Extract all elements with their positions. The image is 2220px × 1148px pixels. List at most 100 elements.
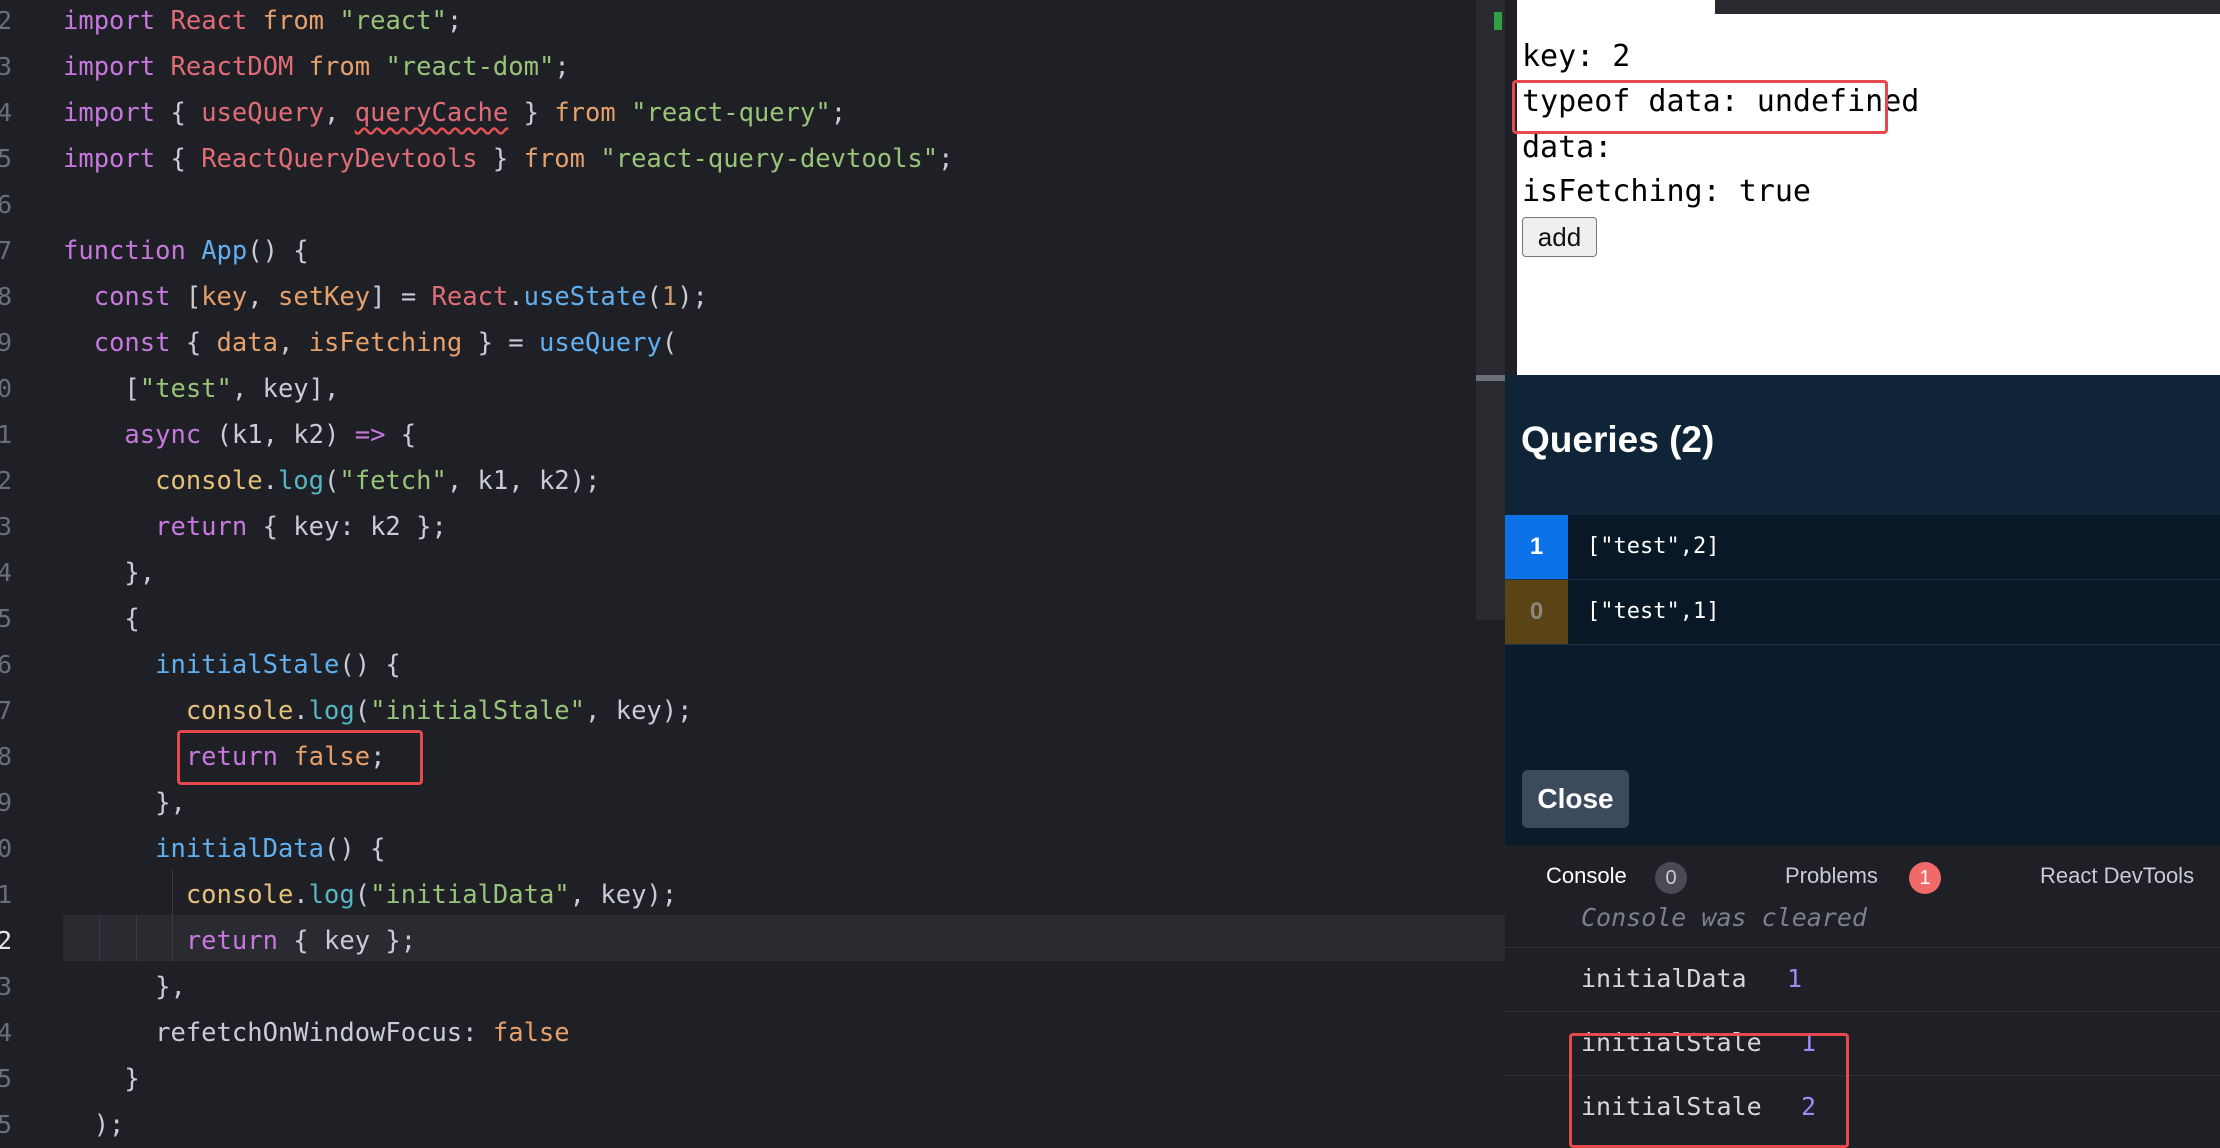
line-number: 2 (0, 466, 12, 495)
code-token: ( (646, 282, 662, 312)
add-button[interactable]: add (1522, 217, 1597, 257)
line-number: 4 (0, 98, 12, 127)
query-key: ["test",1] (1587, 599, 1720, 624)
code-token: . (262, 466, 278, 496)
code-text: }, (63, 780, 186, 826)
code-token: isFetching (308, 328, 463, 358)
tab-console[interactable]: Console (1546, 863, 1627, 889)
code-token: } (63, 1064, 140, 1094)
code-token: ReactDOM (170, 52, 294, 82)
code-token: key (201, 282, 248, 312)
tab-problems[interactable]: Problems (1785, 863, 1878, 889)
code-token: "initialData" (370, 880, 570, 910)
code-token: () { (247, 236, 309, 266)
query-key: ["test",2] (1587, 534, 1720, 559)
code-token: ( (324, 466, 340, 496)
code-text: console.log("fetch", k1, k2); (63, 458, 600, 504)
code-token: console (185, 696, 294, 726)
code-token: setKey (277, 282, 371, 312)
code-text: return { key }; (63, 918, 416, 964)
line-number: 0 (0, 834, 12, 863)
close-button[interactable]: Close (1522, 770, 1629, 828)
code-token: . (293, 696, 309, 726)
highlight-box-return-false (177, 730, 423, 785)
line-number: 1 (0, 880, 12, 909)
code-token: ( (354, 696, 371, 726)
code-token: . (508, 282, 524, 312)
code-text: return { key: k2 }; (63, 504, 447, 550)
code-text: const [key, setKey] = React.useState(1); (63, 274, 708, 320)
code-text: }, (63, 550, 155, 596)
code-token: ReactQueryDevtools (201, 144, 478, 174)
code-text: ); (63, 1102, 125, 1148)
tab-react-devtools[interactable]: React DevTools (2040, 863, 2194, 889)
code-token: ( (661, 328, 678, 358)
line-number: 2 (0, 926, 12, 955)
line-number: 2 (0, 6, 12, 35)
code-text: import { ReactQueryDevtools } from "reac… (63, 136, 954, 182)
console-count-badge: 0 (1655, 862, 1687, 894)
line-number: 8 (0, 742, 12, 771)
code-token: ); (677, 282, 708, 312)
code-token: { key: k2 }; (247, 512, 447, 542)
code-token: }, (63, 558, 156, 588)
line-number: 0 (0, 374, 12, 403)
code-token: . (293, 880, 309, 910)
code-token: , (277, 328, 309, 358)
code-text: console.log("initialStale", key); (63, 688, 693, 734)
line-number: 6 (0, 190, 12, 219)
code-token: import (63, 52, 156, 82)
code-editor[interactable]: 2 import React from "react"; 3 import React… (0, 0, 1505, 1148)
code-token: React (431, 282, 509, 312)
code-token: , (247, 282, 278, 312)
code-token: useQuery (538, 328, 662, 358)
code-text: const { data, isFetching } = useQuery( (63, 320, 677, 366)
code-token: initialStale (155, 650, 340, 680)
code-token: false (492, 1018, 570, 1048)
query-row[interactable]: 1 ["test",2] (1505, 515, 2220, 580)
code-token: console (155, 466, 263, 496)
code-text: console.log("initialData", key); (63, 872, 677, 918)
react-query-devtools: Queries (2) 1 ["test",2] 0 ["test",1] Cl… (1505, 375, 2220, 845)
code-token: "react-query" (631, 98, 831, 128)
code-text: refetchOnWindowFocus: false (63, 1010, 570, 1056)
preview-topbar (1715, 0, 2220, 14)
code-token: App (201, 236, 248, 266)
code-token: , key); (569, 880, 678, 910)
line-number: 4 (0, 1018, 12, 1047)
code-token: () { (324, 834, 386, 864)
code-token: useQuery (201, 98, 325, 128)
code-token: initialData (155, 834, 325, 864)
code-token: } (508, 98, 555, 128)
code-token: from (308, 52, 371, 82)
code-token: async (124, 420, 202, 450)
code-text: initialStale() { (63, 642, 401, 688)
code-token: => (354, 420, 386, 450)
code-token: log (308, 696, 355, 726)
code-token: , k1, k2); (446, 466, 601, 496)
log-message: initialData (1581, 964, 1747, 993)
code-token: "test" (139, 374, 232, 404)
code-token: "fetch" (339, 466, 447, 496)
code-token: queryCache (354, 98, 509, 128)
editor-scrollbar[interactable] (1476, 0, 1505, 620)
code-token: { (385, 420, 417, 450)
code-token: [ (170, 282, 202, 312)
panel-resize-handle[interactable] (1476, 375, 1505, 381)
line-number: 8 (0, 282, 12, 311)
preview-edge (1505, 0, 1517, 375)
line-number: 4 (0, 558, 12, 587)
line-number: 9 (0, 788, 12, 817)
code-token: ; (830, 98, 847, 128)
query-row[interactable]: 0 ["test",1] (1505, 580, 2220, 645)
